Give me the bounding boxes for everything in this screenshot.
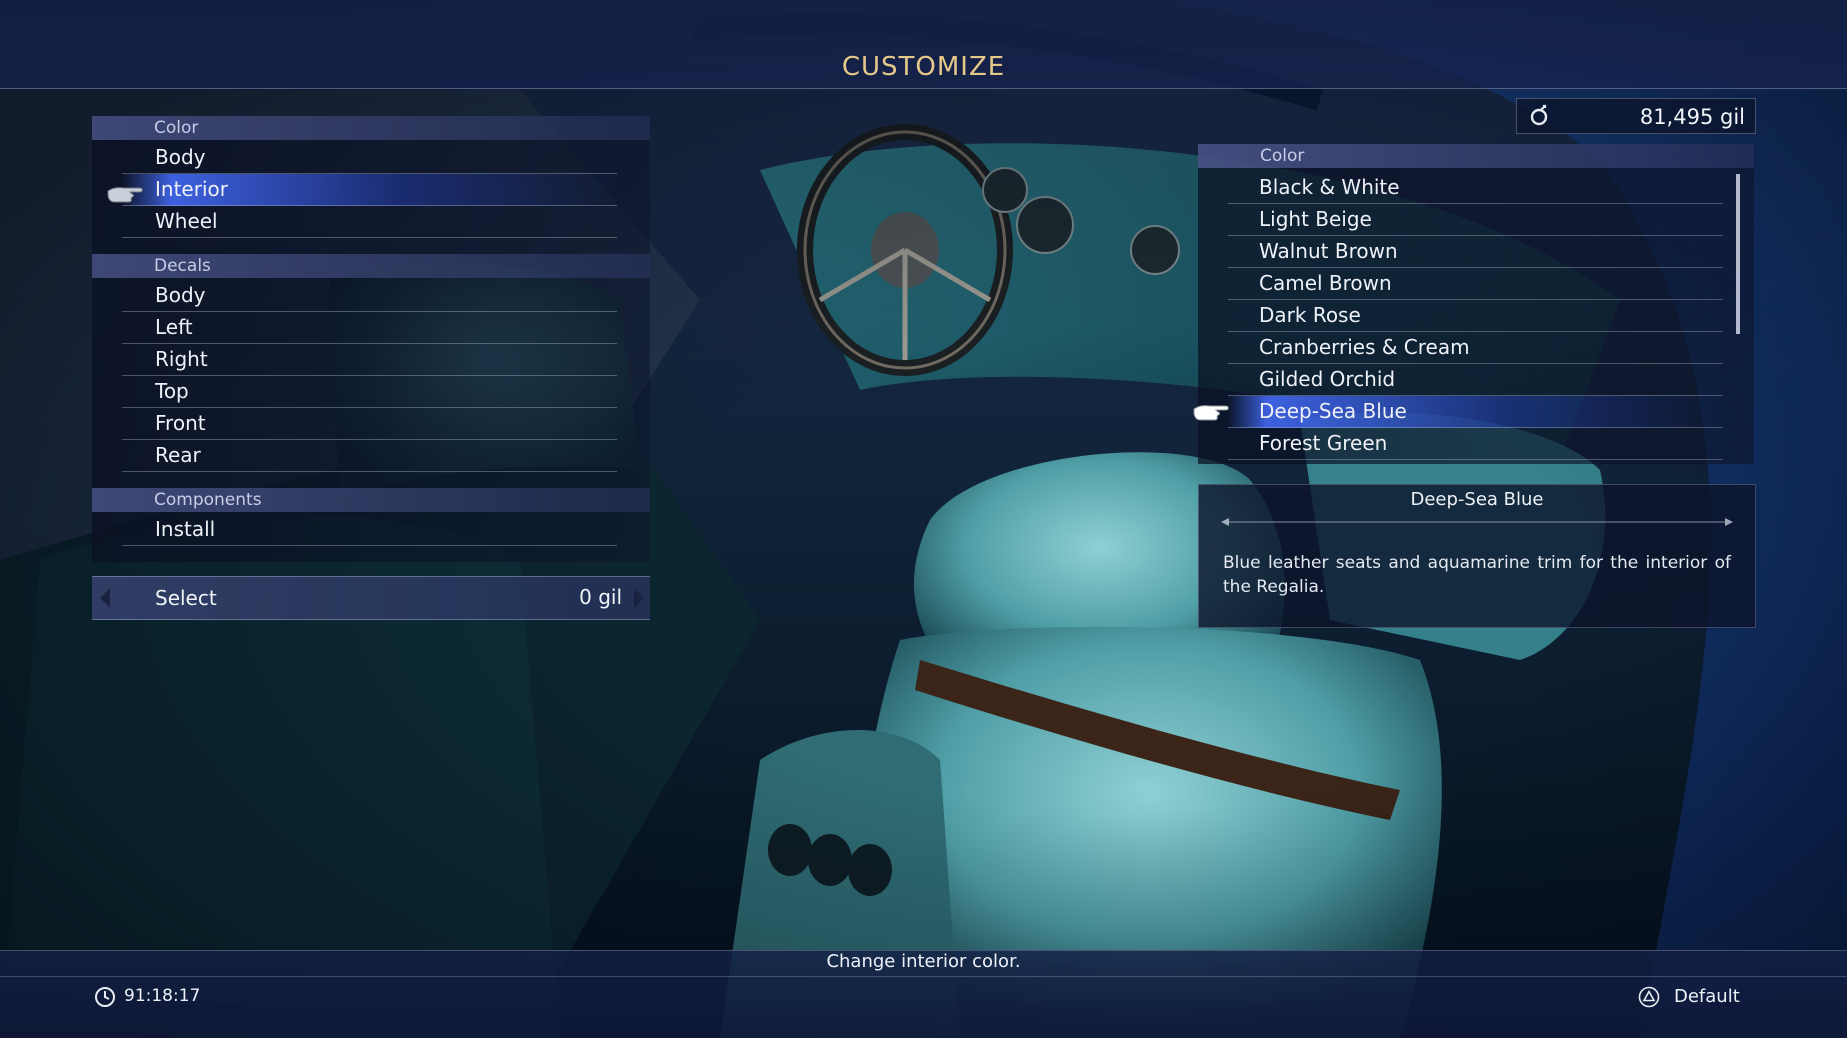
menu-item-decals-top[interactable]: Top <box>122 376 617 408</box>
color-list-scrollbar[interactable] <box>1736 174 1740 334</box>
color-option-label: Black & White <box>1259 175 1400 199</box>
color-option-forest-green[interactable]: Forest Green <box>1228 428 1723 460</box>
menu-item-label: Top <box>155 379 189 403</box>
menu-item-decals-right[interactable]: Right <box>122 344 617 376</box>
arrow-left-icon <box>100 588 110 608</box>
color-option-camel-brown[interactable]: Camel Brown <box>1228 268 1723 300</box>
color-option-deep-sea-blue[interactable]: Deep-Sea Blue <box>1228 396 1723 428</box>
playtime-readout: 91:18:17 <box>124 986 201 1006</box>
color-option-walnut-brown[interactable]: Walnut Brown <box>1228 236 1723 268</box>
color-option-cranberries-cream[interactable]: Cranberries & Cream <box>1228 332 1723 364</box>
color-option-light-beige[interactable]: Light Beige <box>1228 204 1723 236</box>
help-divider <box>0 976 1847 977</box>
menu-item-label: Right <box>155 347 208 371</box>
menu-item-color-body[interactable]: Body <box>122 142 617 174</box>
clock-icon <box>95 987 115 1007</box>
menu-item-label: Install <box>155 517 216 541</box>
color-option-label: Dark Rose <box>1259 303 1361 327</box>
menu-item-decals-body[interactable]: Body <box>122 280 617 312</box>
color-option-label: Camel Brown <box>1259 271 1392 295</box>
gil-amount-value: 81,495 <box>1639 105 1714 129</box>
pointer-hand-icon <box>107 187 143 203</box>
description-text: Blue leather seats and aquamarine trim f… <box>1223 553 1731 597</box>
arrow-right-icon <box>634 588 644 608</box>
color-option-label: Gilded Orchid <box>1259 367 1396 391</box>
description-title: Deep-Sea Blue <box>1410 489 1544 510</box>
color-list-header: Color <box>1198 144 1754 168</box>
menu-item-color-interior[interactable]: Interior <box>122 174 617 206</box>
color-option-label: Cranberries & Cream <box>1259 335 1470 359</box>
color-option-label: Light Beige <box>1259 207 1372 231</box>
description-divider <box>1221 518 1733 526</box>
gil-balance: 81,495 gil <box>1516 98 1756 134</box>
color-option-gilded-orchid[interactable]: Gilded Orchid <box>1228 364 1723 396</box>
select-confirm-bar[interactable]: Select 0 gil <box>92 576 650 620</box>
menu-item-label: Wheel <box>155 209 218 233</box>
interior-color-list: Color Black & White Light Beige Walnut B… <box>1198 144 1754 464</box>
color-option-dark-rose[interactable]: Dark Rose <box>1228 300 1723 332</box>
menu-item-label: Body <box>155 145 206 169</box>
customize-screen: CUSTOMIZE 81,495 gil Color Body Interior… <box>0 0 1847 1038</box>
color-option-label: Forest Green <box>1259 431 1388 455</box>
section-header-components: Components <box>92 488 650 512</box>
menu-item-label: Body <box>155 283 206 307</box>
menu-item-decals-front[interactable]: Front <box>122 408 617 440</box>
color-list-header-label: Color <box>1260 146 1305 166</box>
menu-item-label: Interior <box>155 177 228 201</box>
menu-item-color-wheel[interactable]: Wheel <box>122 206 617 238</box>
color-option-label: Deep-Sea Blue <box>1259 399 1407 423</box>
menu-item-decals-left[interactable]: Left <box>122 312 617 344</box>
help-text: Change interior color. <box>826 951 1021 972</box>
color-option-label: Walnut Brown <box>1259 239 1398 263</box>
menu-item-label: Rear <box>155 443 201 467</box>
color-option-black-white[interactable]: Black & White <box>1228 172 1723 204</box>
select-price: 0 gil <box>579 585 622 609</box>
select-label: Select <box>155 586 217 610</box>
section-header-decals: Decals <box>92 254 650 278</box>
section-header-label: Decals <box>154 256 211 276</box>
triangle-button-icon <box>1638 986 1660 1008</box>
section-header-label: Components <box>154 490 262 510</box>
section-header-color: Color <box>92 116 650 140</box>
pointer-hand-icon <box>1193 405 1229 421</box>
default-button[interactable]: Default <box>1674 986 1740 1007</box>
item-description-panel: Deep-Sea Blue Blue leather seats and aqu… <box>1198 484 1756 628</box>
menu-item-decals-rear[interactable]: Rear <box>122 440 617 472</box>
gil-amount: 81,495 gil <box>1640 105 1745 129</box>
menu-item-components-install[interactable]: Install <box>122 514 617 546</box>
gil-currency-icon <box>1530 104 1548 126</box>
gil-amount-unit: gil <box>1720 105 1745 129</box>
customize-category-menu: Color Body Interior Wheel Decals Body Le… <box>92 116 650 562</box>
menu-item-label: Front <box>155 411 206 435</box>
menu-item-label: Left <box>155 315 193 339</box>
section-header-label: Color <box>154 118 199 138</box>
page-title: CUSTOMIZE <box>841 52 1006 82</box>
